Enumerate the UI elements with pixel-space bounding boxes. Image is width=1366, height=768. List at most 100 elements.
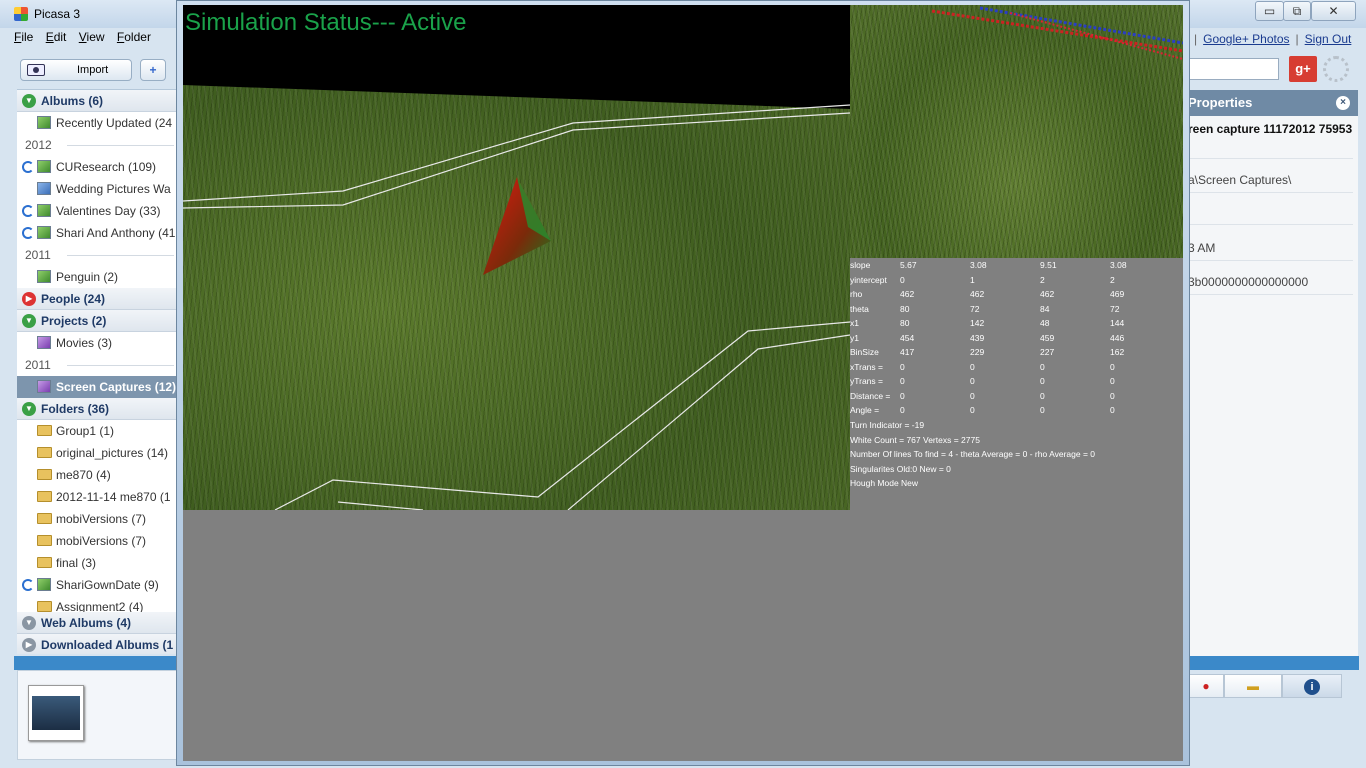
project-movies[interactable]: Movies (3) [17,332,178,354]
data-table-row: yTrans = 0 0 0 0 [850,376,1183,390]
row-value: 0 [900,274,905,285]
red-marker-line [931,9,1183,53]
row-value: 162 [1110,347,1125,357]
menu-folder[interactable]: Folder [117,30,151,44]
section-web-albums[interactable]: ▼ Web Albums (4) [17,612,178,634]
album-icon [37,160,51,173]
row-value: 3.08 [970,260,987,270]
section-projects[interactable]: ▼ Projects (2) [17,310,178,332]
tray-thumbnail[interactable] [28,685,84,741]
close-icon[interactable]: × [1336,96,1350,110]
section-people[interactable]: ▶ People (24) [17,288,178,310]
menu-view[interactable]: View [79,30,105,44]
folder-label: ShariGownDate (9) [56,578,159,592]
location-pin-icon[interactable]: ● [1188,674,1224,698]
section-downloaded-albums[interactable]: ▶ Downloaded Albums (1 [17,634,178,654]
row-label: xTrans = [850,361,883,372]
row-value: 0 [900,390,905,401]
link-separator: | [1194,32,1198,46]
folder-icon [37,513,52,524]
row-label: yTrans = [850,376,883,386]
picasa-toolbar: Import + [14,54,178,86]
album-shari-and-anthony[interactable]: Shari And Anthony (41 [17,222,178,244]
menu-file[interactable]: File [14,30,33,44]
folder-sharigowndate[interactable]: ShariGownDate (9) [17,574,178,596]
info-button[interactable]: i [1282,674,1342,698]
row-value: 0 [900,376,905,386]
minimize-button[interactable]: ▭ [1255,1,1284,21]
album-valentines-day[interactable]: Valentines Day (33) [17,200,178,222]
folder-original-pictures[interactable]: original_pictures (14) [17,442,178,464]
row-value: 0 [970,405,975,415]
divider [1188,260,1353,261]
album-wedding-pictures[interactable]: Wedding Pictures Wa [17,178,178,200]
sign-out-link[interactable]: Sign Out [1305,32,1352,46]
section-folders[interactable]: ▼ Folders (36) [17,398,178,420]
row-value: 439 [970,332,985,343]
import-button[interactable]: Import [20,59,132,81]
lane-line [274,321,850,510]
section-albums[interactable]: ▼ Albums (6) [17,90,178,112]
close-button[interactable]: ✕ [1311,1,1356,21]
folder-label: final (3) [56,556,97,570]
hough-data-panel: slope 5.67 3.08 9.51 3.08 yintercept 0 1 2 2 rho 46… [850,258,1183,508]
lane-line [337,501,424,510]
folder-icon [37,557,52,568]
album-penguin[interactable]: Penguin (2) [17,266,178,288]
section-projects-label: Projects (2) [41,314,107,328]
row-value: 142 [970,318,985,328]
section-downloaded-label: Downloaded Albums (1 [41,638,174,652]
data-table-row: Angle = 0 0 0 0 [850,405,1183,419]
album-recently-updated[interactable]: Recently Updated (24 [17,112,178,134]
folder-final[interactable]: final (3) [17,552,178,574]
row-value: 462 [900,289,915,299]
expand-toggle-icon[interactable]: ▼ [22,314,36,328]
properties-panel: Properties × reen capture 11172012 75953… [1188,90,1358,656]
album-icon [37,270,51,283]
camera-icon [27,64,45,76]
maximize-button[interactable]: ⧉ [1283,1,1311,21]
search-input[interactable] [1188,58,1279,80]
folder-mobiversions[interactable]: mobiVersions (7) [17,508,178,530]
status-line: Turn Indicator = -19 [850,420,925,430]
section-folders-label: Folders (36) [41,402,110,416]
folder-mobiversions-2[interactable]: mobiVersions (7) [17,530,178,552]
simulation-status-title: Simulation Status--- Active [185,9,467,36]
google-photos-link[interactable]: Google+ Photos [1203,32,1289,46]
status-line: Singularites Old:0 New = 0 [850,463,951,474]
data-table-row: Distance = 0 0 0 0 [850,391,1183,405]
data-table-row: xTrans = 0 0 0 0 [850,362,1183,376]
album-icon [37,578,51,591]
folder-label: Group1 (1) [56,424,115,438]
collapse-toggle-icon[interactable]: ▶ [22,638,36,652]
google-plus-icon[interactable]: g+ [1289,56,1317,82]
row-value: 0 [970,390,975,401]
account-links: | Google+ Photos | Sign Out [1188,32,1358,48]
simulation-client-area: Simulation Status--- Active slope 5.67 3.0… [183,5,1183,761]
picasa-logo-icon [14,7,28,21]
row-value: 0 [1110,405,1115,415]
project-label: Screen Captures (12) [56,380,177,394]
folder-me870[interactable]: me870 (4) [17,464,178,486]
expand-toggle-icon[interactable]: ▼ [22,94,36,108]
property-folder: a\Screen Captures\ [1188,173,1292,187]
status-line: White Count = 767 Vertexs = 2775 [850,434,980,445]
folder-2012-11-14-me870[interactable]: 2012-11-14 me870 (1 [17,486,178,508]
tag-icon[interactable]: ▬ [1224,674,1282,698]
add-to-button[interactable]: + [140,59,166,81]
folder-icon [37,447,52,458]
folder-group1[interactable]: Group1 (1) [17,420,178,442]
menu-edit[interactable]: Edit [46,30,67,44]
sync-icon [22,227,34,239]
expand-toggle-icon[interactable]: ▼ [22,402,36,416]
divider [1188,224,1353,225]
folder-label: me870 (4) [56,468,111,482]
expand-toggle-icon[interactable]: ▼ [22,616,36,630]
section-albums-label: Albums (6) [41,94,104,108]
project-screen-captures[interactable]: Screen Captures (12) [17,376,178,398]
divider [67,365,174,366]
collapse-toggle-icon[interactable]: ▶ [22,292,36,306]
album-curesearch[interactable]: CUResearch (109) [17,156,178,178]
loading-spinner-icon [1323,56,1349,82]
album-icon [37,182,51,195]
